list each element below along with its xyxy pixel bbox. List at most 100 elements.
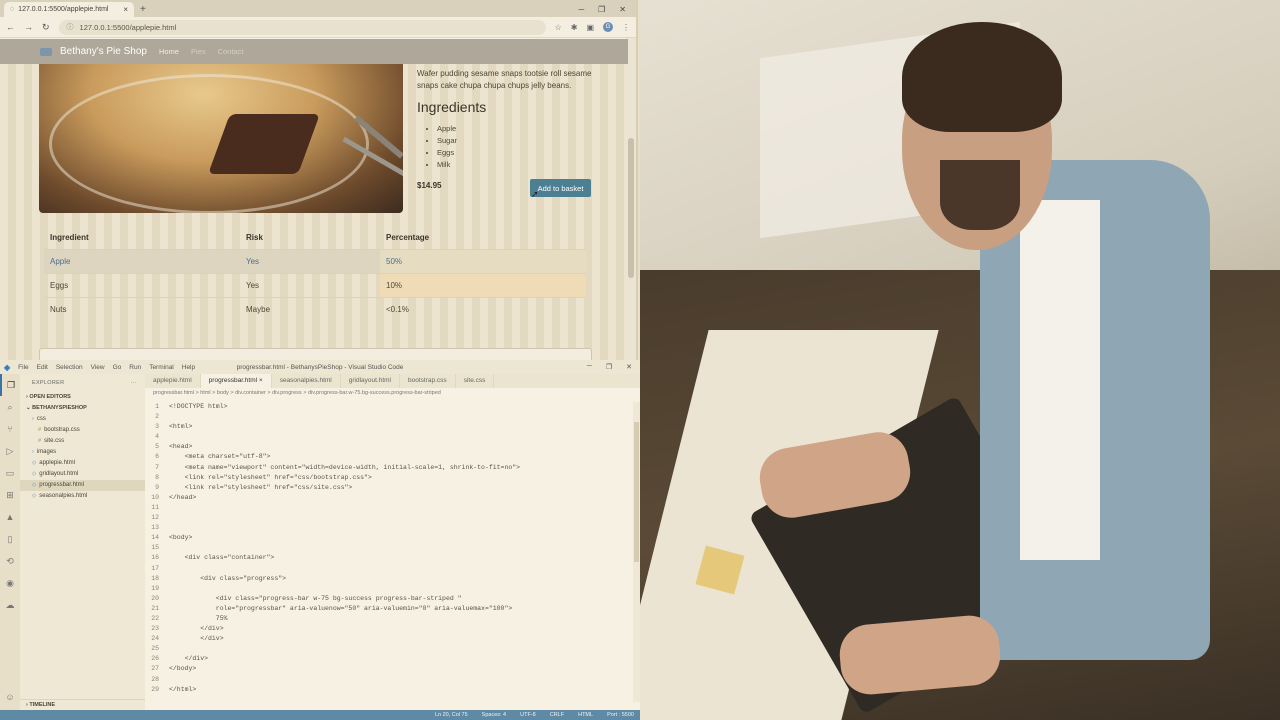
brand-name[interactable]: Bethany's Pie Shop xyxy=(60,46,147,57)
file-tree-item[interactable]: › images xyxy=(20,447,145,458)
line-number: 14 xyxy=(151,534,159,542)
breadcrumb[interactable]: progressbar.html > html > body > div.con… xyxy=(145,388,640,399)
menu-selection[interactable]: Selection xyxy=(56,364,83,371)
puzzle-icon[interactable]: ▣ xyxy=(586,23,594,32)
maximize-icon[interactable]: ❐ xyxy=(598,5,605,14)
cloud-icon[interactable]: ☁ xyxy=(0,594,20,616)
close-window-icon[interactable]: ✕ xyxy=(619,5,626,14)
menu-dots-icon[interactable]: ⋮ xyxy=(622,23,630,32)
extensions-icon[interactable]: ⊞ xyxy=(0,484,20,506)
minimize-icon[interactable]: ─ xyxy=(578,5,584,14)
code-text: <link rel="stylesheet" href="css/site.cs… xyxy=(169,483,353,491)
menu-edit[interactable]: Edit xyxy=(37,364,48,371)
live-share-icon[interactable]: ⟲ xyxy=(0,550,20,572)
github-icon[interactable]: ◉ xyxy=(0,572,20,594)
editor-scrollbar[interactable] xyxy=(633,402,640,702)
file-tree-item[interactable]: ◇ gridlayout.html xyxy=(20,469,145,480)
file-tree-item[interactable]: ◇ seasonalpies.html xyxy=(20,491,145,502)
file-tree-item[interactable]: › css xyxy=(20,414,145,425)
more-actions-icon[interactable]: ··· xyxy=(131,374,145,392)
avatar[interactable]: G xyxy=(603,22,613,32)
project-section[interactable]: ⌄ BETHANYSPIESHOP xyxy=(20,403,145,414)
menu-file[interactable]: File xyxy=(18,364,28,371)
source-control-icon[interactable]: ⑂ xyxy=(0,418,20,440)
status-item[interactable]: Spaces: 4 xyxy=(482,710,506,720)
price: $14.95 xyxy=(417,181,442,190)
editor-tab[interactable]: seasonalpies.html xyxy=(272,374,341,388)
add-to-basket-button[interactable]: Add to basket xyxy=(530,179,591,197)
scrollbar-thumb[interactable] xyxy=(634,422,639,562)
menu-go[interactable]: Go xyxy=(113,364,122,371)
list-item: Apple xyxy=(437,123,457,135)
page-content: Wafer pudding sesame snaps tootsie roll … xyxy=(0,64,628,360)
close-window-icon[interactable]: ✕ xyxy=(626,363,632,371)
status-item[interactable]: HTML xyxy=(578,710,593,720)
browser-scrollbar[interactable] xyxy=(626,38,636,360)
account-icon[interactable]: ☺ xyxy=(0,686,20,708)
column-header: Percentage xyxy=(386,233,430,243)
status-item[interactable]: Ln 20, Col 75 xyxy=(435,710,468,720)
back-icon[interactable]: ← xyxy=(6,22,15,32)
new-tab-icon[interactable]: + xyxy=(140,4,146,15)
nav-contact[interactable]: Contact xyxy=(218,47,244,56)
table-cell: Nuts xyxy=(44,296,240,321)
line-number: 23 xyxy=(151,625,159,633)
editor-tab[interactable]: site.css xyxy=(456,374,495,388)
nav-home[interactable]: Home xyxy=(159,47,179,56)
status-item[interactable]: CRLF xyxy=(550,710,564,720)
docker-icon[interactable]: ▯ xyxy=(0,528,20,550)
editor-tab[interactable]: bootstrap.css xyxy=(400,374,456,388)
azure-icon[interactable]: ▲ xyxy=(0,506,20,528)
search-icon[interactable]: ⌕ xyxy=(0,396,20,418)
globe-icon: ◌ xyxy=(10,6,15,13)
line-number: 17 xyxy=(151,564,159,572)
editor-tab[interactable]: gridlayout.html xyxy=(341,374,401,388)
forward-icon[interactable]: → xyxy=(24,22,33,32)
code-text: <meta charset="utf-8"> xyxy=(169,453,271,461)
reload-icon[interactable]: ↻ xyxy=(42,22,50,33)
star-icon[interactable]: ☆ xyxy=(555,23,562,32)
scrollbar-thumb[interactable] xyxy=(628,138,634,278)
line-number: 8 xyxy=(155,473,159,481)
column-header: Risk xyxy=(246,233,263,243)
nav-pies[interactable]: Pies xyxy=(191,47,206,56)
html-file-icon: ◇ xyxy=(32,482,37,488)
file-tree-item[interactable]: ◇ applepie.html xyxy=(20,458,145,469)
code-line: 15 xyxy=(145,543,633,553)
url-field[interactable]: ⓘ 127.0.0.1:5500/applepie.html xyxy=(58,19,546,35)
code-line: 9 <link rel="stylesheet" href="css/site.… xyxy=(145,483,633,493)
menu-help[interactable]: Help xyxy=(182,364,195,371)
editor-tab[interactable]: applepie.html xyxy=(145,374,201,388)
extensions-icon[interactable]: ✱ xyxy=(571,23,578,32)
explorer-icon[interactable]: ❐ xyxy=(0,374,20,396)
status-item[interactable]: Port : 5500 xyxy=(607,710,634,720)
code-text: <div class="progress-bar w-75 bg-success… xyxy=(169,594,462,602)
file-tree-item[interactable]: # site.css xyxy=(20,436,145,447)
remote-icon[interactable]: ▭ xyxy=(0,462,20,484)
line-number: 27 xyxy=(151,665,159,673)
status-item[interactable]: UTF-8 xyxy=(520,710,536,720)
code-view[interactable]: 1 <!DOCTYPE html> 2 3 <html> 4 5 <head> 6 <meta … xyxy=(145,402,633,695)
code-text: 75% xyxy=(169,614,228,622)
close-tab-icon[interactable]: × xyxy=(123,5,128,14)
maximize-icon[interactable]: ❐ xyxy=(606,363,612,371)
activity-bar: ❐ ⌕ ⑂ ▷ ▭ ⊞ ▲ ▯ ⟲ ◉ ☁ ☺ ⚙ xyxy=(0,374,20,720)
menu-run[interactable]: Run xyxy=(129,364,141,371)
code-text: </body> xyxy=(169,665,197,673)
file-tree-item[interactable]: # bootstrap.css xyxy=(20,425,145,436)
html-file-icon: ◇ xyxy=(32,471,37,477)
code-text: </head> xyxy=(169,493,197,501)
run-debug-icon[interactable]: ▷ xyxy=(0,440,20,462)
menu-terminal[interactable]: Terminal xyxy=(149,364,174,371)
code-line: 10 </head> xyxy=(145,493,633,503)
file-tree-label: gridlayout.html xyxy=(39,471,79,477)
editor-tab[interactable]: progressbar.html × xyxy=(200,374,272,388)
close-tab-icon[interactable]: × xyxy=(257,377,263,384)
file-tree-item[interactable]: ◇ progressbar.html xyxy=(20,480,145,491)
file-tree-label: progressbar.html xyxy=(39,482,84,488)
menu-view[interactable]: View xyxy=(91,364,105,371)
minimize-icon[interactable]: ─ xyxy=(587,363,592,371)
browser-tab[interactable]: ◌ 127.0.0.1:5500/applepie.html × xyxy=(4,2,134,17)
open-editors-section[interactable]: › OPEN EDITORS xyxy=(20,392,145,403)
timeline-section[interactable]: › TIMELINE xyxy=(20,699,145,710)
